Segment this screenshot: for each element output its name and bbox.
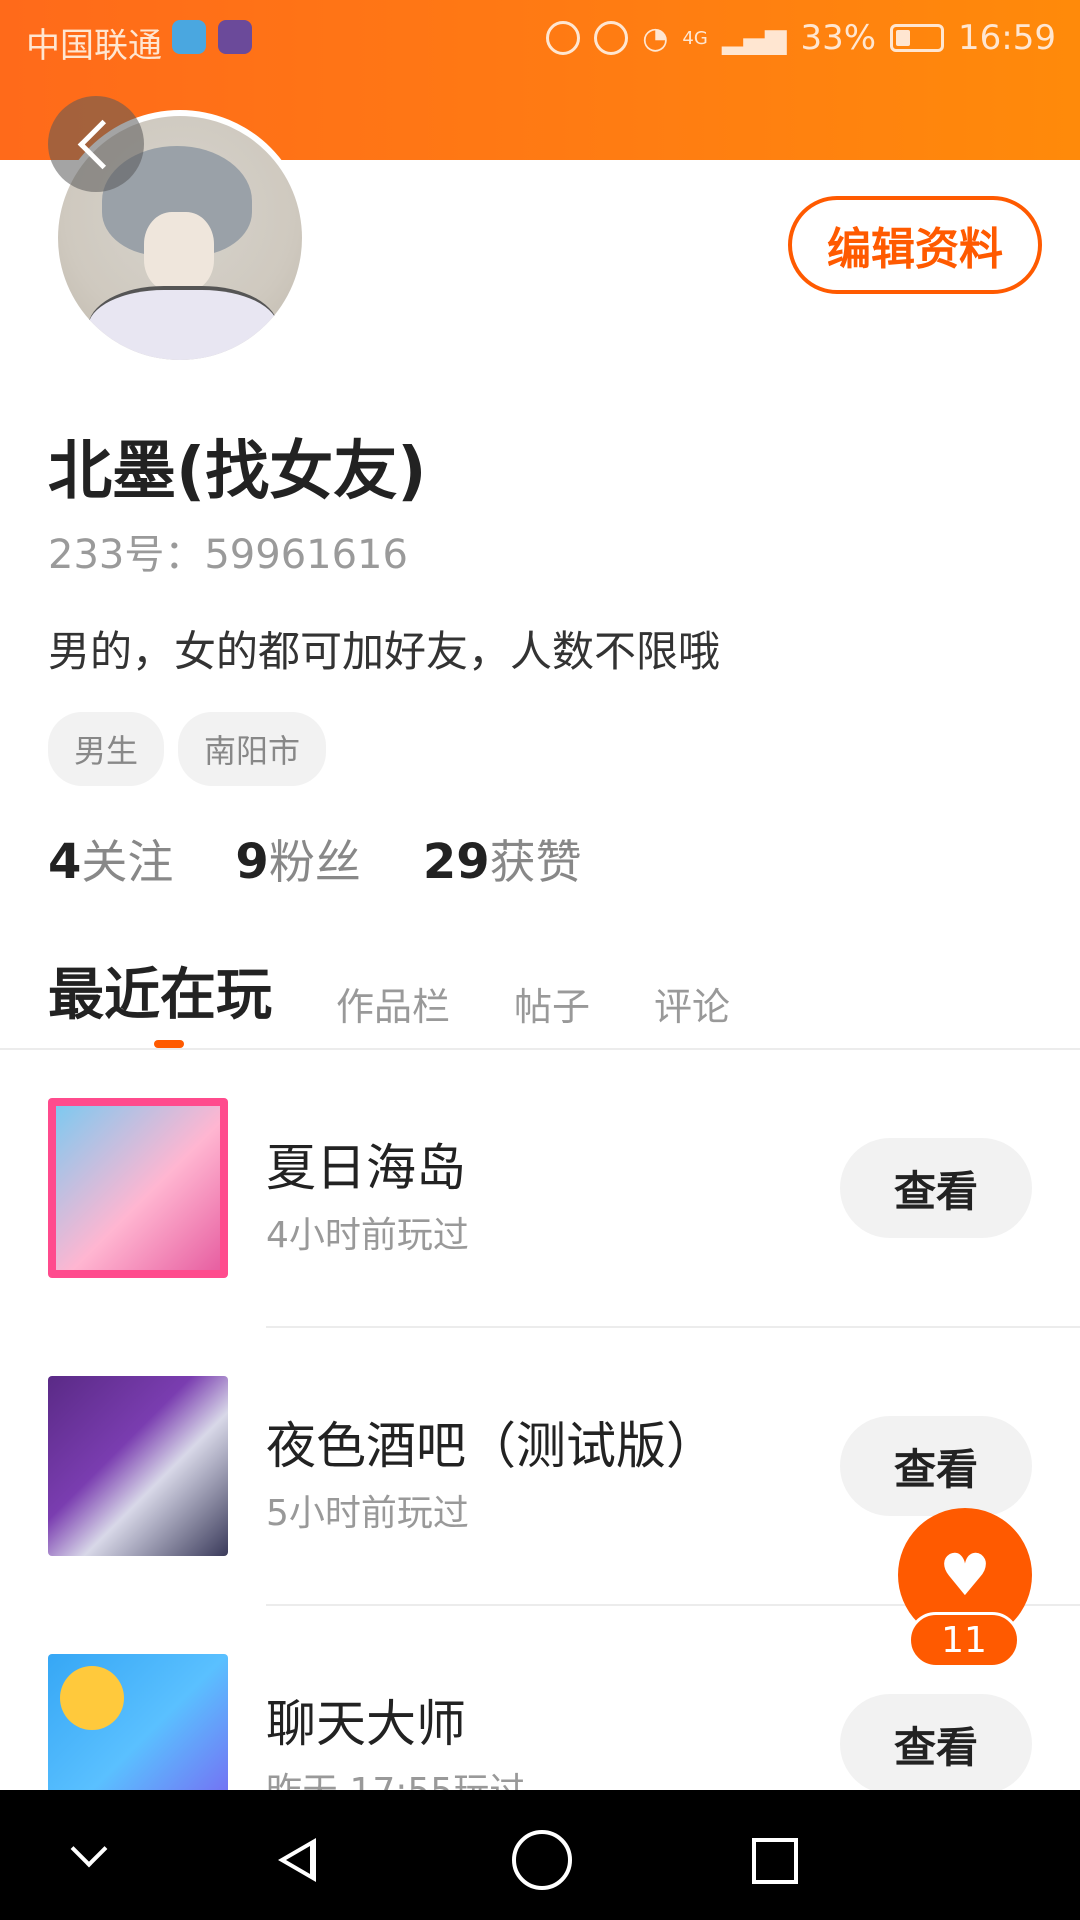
nav-recents-icon[interactable] bbox=[752, 1838, 798, 1884]
game-title: 夜色酒吧（测试版） bbox=[266, 1417, 716, 1475]
profile-tags: 男生 南阳市 bbox=[48, 712, 327, 786]
stat-following-label: 关注 bbox=[81, 835, 174, 889]
recent-games-list: 夏日海岛 4小时前玩过 查看 夜色酒吧（测试版） 5小时前玩过 查看 聊天大师 … bbox=[0, 1050, 1080, 1790]
app-notification-icon bbox=[218, 20, 252, 54]
game-last-played: 昨天 17:55玩过 bbox=[266, 1762, 525, 1790]
clock: 16:59 bbox=[958, 18, 1056, 58]
battery-percent: 33% bbox=[800, 18, 877, 58]
chevron-left-icon bbox=[77, 119, 127, 169]
avatar-face bbox=[144, 212, 214, 292]
tab-works[interactable]: 作品栏 bbox=[336, 976, 450, 1031]
weather-icon bbox=[172, 20, 206, 54]
list-item[interactable]: 夏日海岛 4小时前玩过 查看 bbox=[0, 1050, 1080, 1328]
system-navigation-bar bbox=[0, 1790, 1080, 1920]
stat-followers[interactable]: 9粉丝 bbox=[235, 826, 360, 892]
hide-nav-icon[interactable] bbox=[60, 1830, 120, 1890]
status-bar: 中国联通 ◔ 4G ▂▄▆ 33% 16:59 bbox=[0, 0, 1080, 76]
status-right: ◔ 4G ▂▄▆ 33% 16:59 bbox=[546, 18, 1056, 58]
view-button[interactable]: 查看 bbox=[840, 1416, 1032, 1516]
battery-icon bbox=[890, 24, 945, 52]
nfc-icon bbox=[546, 21, 581, 55]
tab-posts[interactable]: 帖子 bbox=[514, 976, 590, 1031]
network-type: 4G bbox=[682, 27, 708, 49]
view-button[interactable]: 查看 bbox=[840, 1138, 1032, 1238]
active-tab-indicator bbox=[154, 1040, 184, 1048]
game-thumbnail[interactable] bbox=[48, 1654, 228, 1790]
stat-following[interactable]: 4关注 bbox=[48, 826, 173, 892]
stat-followers-label: 粉丝 bbox=[268, 835, 361, 889]
username: 北墨(找女友) bbox=[48, 435, 427, 509]
heart-eyes-emoji-icon bbox=[60, 1666, 124, 1730]
profile-stats: 4关注 9粉丝 29获赞 bbox=[48, 826, 582, 892]
bio: 男的，女的都可加好友，人数不限哦 bbox=[48, 627, 721, 676]
edit-profile-button[interactable]: 编辑资料 bbox=[788, 196, 1042, 294]
tab-comments[interactable]: 评论 bbox=[654, 976, 730, 1031]
game-last-played: 4小时前玩过 bbox=[266, 1215, 469, 1256]
alarm-icon bbox=[594, 21, 629, 55]
stat-following-count: 4 bbox=[48, 834, 82, 890]
game-title: 聊天大师 bbox=[266, 1695, 466, 1753]
tab-recently-played[interactable]: 最近在玩 bbox=[48, 950, 272, 1031]
tag-gender: 男生 bbox=[48, 712, 165, 786]
avatar-robe bbox=[88, 286, 278, 360]
game-art-frame bbox=[48, 1098, 228, 1278]
tag-city: 南阳市 bbox=[178, 712, 327, 786]
nav-home-icon[interactable] bbox=[512, 1830, 572, 1890]
stat-likes-count: 29 bbox=[422, 834, 490, 890]
stat-followers-count: 9 bbox=[235, 834, 269, 890]
game-art bbox=[48, 1376, 228, 1556]
nav-back-icon[interactable] bbox=[270, 1830, 330, 1890]
game-thumbnail[interactable] bbox=[48, 1098, 228, 1278]
heart-icon: ♥ bbox=[939, 1541, 991, 1609]
game-title: 夏日海岛 bbox=[266, 1139, 466, 1197]
signal-icon: ▂▄▆ bbox=[721, 21, 787, 55]
stat-likes-label: 获赞 bbox=[489, 835, 582, 889]
view-button[interactable]: 查看 bbox=[840, 1694, 1032, 1790]
profile-tabs: 最近在玩 作品栏 帖子 评论 bbox=[48, 950, 730, 1031]
stat-likes[interactable]: 29获赞 bbox=[423, 826, 582, 892]
back-button[interactable] bbox=[48, 96, 144, 192]
carrier-label: 中国联通 bbox=[26, 26, 162, 66]
like-count-badge: 11 bbox=[908, 1612, 1020, 1668]
game-thumbnail[interactable] bbox=[48, 1376, 228, 1556]
user-id: 233号：59961616 bbox=[48, 532, 408, 578]
game-last-played: 5小时前玩过 bbox=[266, 1493, 469, 1534]
wifi-icon: ◔ bbox=[642, 20, 669, 56]
